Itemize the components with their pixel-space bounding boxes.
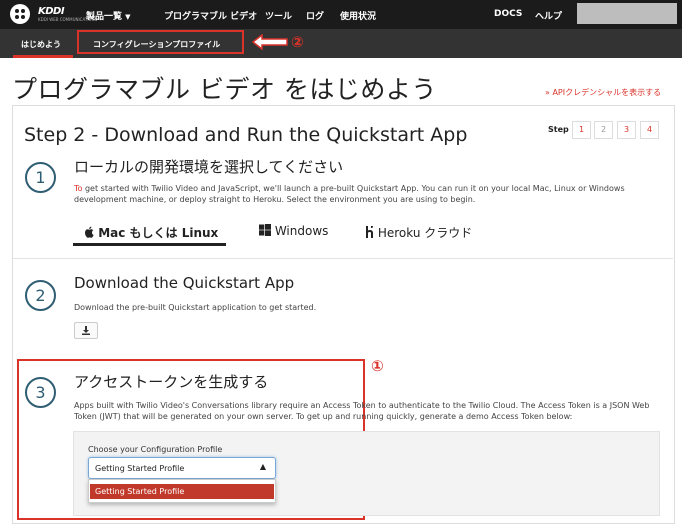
- step-title: Step 2 - Download and Run the Quickstart…: [24, 124, 468, 146]
- tab-getting-started[interactable]: はじめよう: [21, 39, 61, 50]
- env-tab-mac-linux[interactable]: Mac もしくは Linux: [84, 224, 218, 241]
- nav-logs[interactable]: ログ: [306, 9, 324, 22]
- step-page-2[interactable]: 2: [594, 121, 613, 139]
- step-pager-label: Step: [548, 125, 569, 134]
- nav-docs[interactable]: DOCS: [494, 9, 522, 19]
- nav-products[interactable]: 製品一覧 ▼: [86, 9, 131, 22]
- nav-tools[interactable]: ツール: [265, 9, 292, 22]
- env-tab-heroku[interactable]: Heroku クラウド: [365, 224, 472, 241]
- page-title: プログラマブル ビデオ をはじめよう: [12, 75, 437, 104]
- top-navbar: KDDI KDDI WEB COMMUNICATIONS 製品一覧 ▼ プログラ…: [0, 0, 682, 29]
- config-profile-select-value: Getting Started Profile: [95, 464, 185, 473]
- config-profile-select[interactable]: Getting Started Profile ▲: [88, 457, 276, 479]
- section-divider: [13, 258, 673, 259]
- download-icon: [82, 326, 90, 335]
- dropdown-option-getting-started[interactable]: Getting Started Profile: [90, 484, 274, 499]
- heroku-icon: [366, 226, 373, 238]
- step-page-1[interactable]: 1: [572, 121, 591, 139]
- caret-up-icon: ▲: [259, 462, 266, 471]
- env-tab-windows[interactable]: Windows: [259, 224, 328, 238]
- annotation-label-1: ①: [371, 357, 384, 375]
- kddi-logo: KDDI: [38, 6, 65, 17]
- windows-icon: [259, 224, 271, 236]
- annotation-box-2: [77, 30, 244, 54]
- env-tab-heroku-label: Heroku クラウド: [377, 226, 473, 240]
- double-chevron-down-icon: »: [545, 88, 550, 97]
- api-credentials-link-label: APIクレデンシャルを表示する: [552, 88, 662, 97]
- annotation-label-2: ②: [291, 33, 304, 51]
- api-credentials-link[interactable]: » APIクレデンシャルを表示する: [545, 87, 661, 98]
- search-input[interactable]: [577, 3, 677, 24]
- nav-programmable-video[interactable]: プログラマブル ビデオ: [164, 9, 257, 22]
- section3-title: アクセストークンを生成する: [74, 373, 269, 391]
- step-number-2: 2: [25, 280, 56, 311]
- twilio-logo-icon[interactable]: [10, 4, 30, 24]
- nav-products-label: 製品一覧: [86, 12, 123, 22]
- active-tab-indicator: [13, 55, 73, 58]
- section1-title: ローカルの開発環境を選択してください: [74, 158, 344, 176]
- section2-description: Download the pre-built Quickstart applic…: [74, 303, 317, 312]
- step-page-3[interactable]: 3: [617, 121, 636, 139]
- nav-help[interactable]: ヘルプ: [535, 9, 562, 22]
- step-number-1: 1: [25, 162, 56, 193]
- apple-icon: [85, 226, 94, 238]
- env-tab-windows-label: Windows: [274, 224, 329, 238]
- step-page-4[interactable]: 4: [640, 121, 659, 139]
- chevron-down-icon: ▼: [125, 13, 131, 21]
- nav-usage[interactable]: 使用状況: [340, 9, 376, 22]
- step-number-3: 3: [25, 377, 56, 408]
- annotation-arrow-icon: [252, 34, 288, 50]
- download-button[interactable]: [74, 322, 98, 339]
- section1-description-body: get started with Twilio Video and JavaSc…: [74, 184, 625, 204]
- config-profile-label: Choose your Configuration Profile: [88, 445, 223, 454]
- section1-description: To get started with Twilio Video and Jav…: [74, 183, 664, 205]
- config-profile-dropdown: Getting Started Profile: [88, 479, 276, 503]
- env-tab-mac-linux-label: Mac もしくは Linux: [98, 226, 219, 240]
- section3-description: Apps built with Twilio Video's Conversat…: [74, 401, 650, 421]
- section2-title: Download the Quickstart App: [74, 274, 295, 292]
- env-tab-active-indicator: [73, 243, 226, 246]
